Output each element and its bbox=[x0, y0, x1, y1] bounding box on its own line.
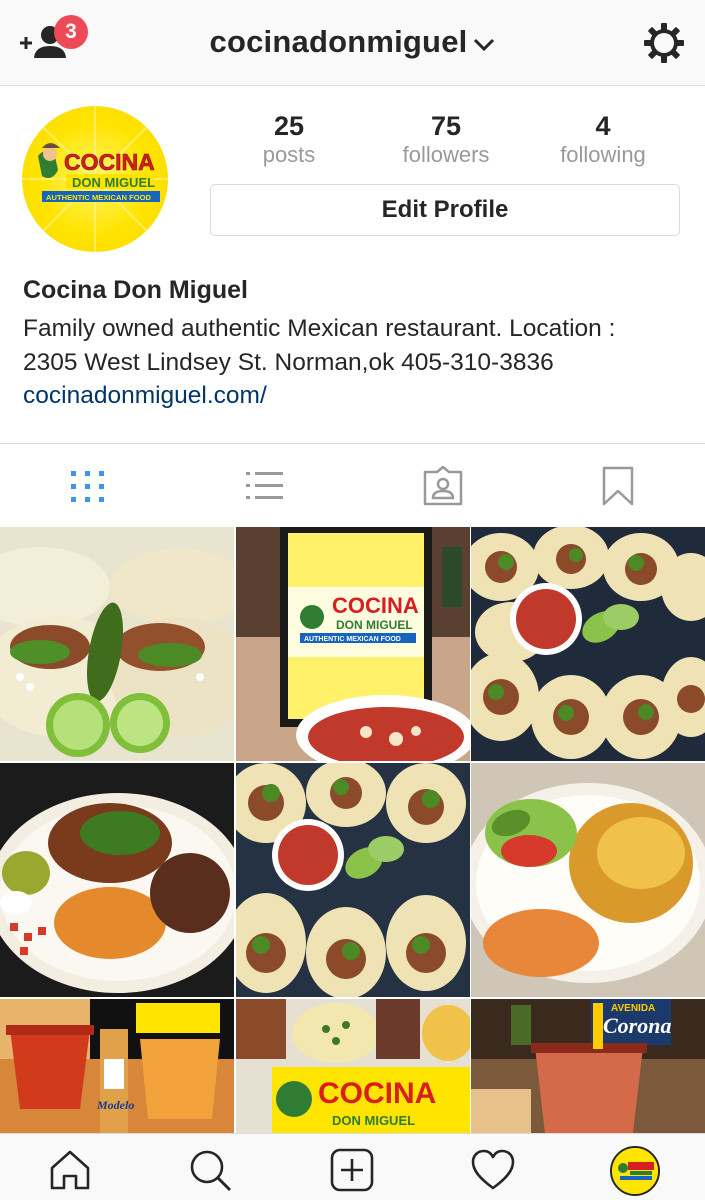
bottom-navigation bbox=[0, 1133, 705, 1200]
photo-grid: COCINA DON MIGUEL AUTHENTIC MEXICAN FOOD bbox=[0, 527, 705, 1133]
username: cocinadonmiguel bbox=[209, 24, 468, 59]
nav-profile[interactable] bbox=[610, 1146, 660, 1196]
posts-label: posts bbox=[262, 142, 316, 167]
edit-profile-button[interactable]: Edit Profile bbox=[210, 184, 680, 236]
bio-line: Family owned authentic Mexican restauran… bbox=[23, 315, 616, 342]
sign-tag-text: AUTHENTIC MEXICAN FOOD bbox=[304, 636, 401, 643]
tagged-person-icon bbox=[423, 465, 463, 506]
micheladas-photo: Modelo bbox=[0, 999, 234, 1133]
enchilada-plate-photo bbox=[471, 763, 705, 997]
add-post-icon bbox=[330, 1148, 374, 1192]
grid-post[interactable]: COCINA DON MIGUEL AUTHENTIC MEXICAN FOOD bbox=[236, 527, 470, 761]
grid-post[interactable] bbox=[471, 527, 705, 761]
bio: Family owned authentic Mexican restauran… bbox=[23, 312, 693, 380]
home-icon bbox=[50, 1150, 90, 1190]
profile-screen: 3 cocinadonmiguel COCINA DON MIGUEL AUTH… bbox=[0, 0, 705, 1200]
tacos-salsa-photo bbox=[236, 763, 470, 997]
grid-post[interactable] bbox=[471, 763, 705, 997]
collage-sub-text: DON MIGUEL bbox=[332, 1113, 415, 1128]
nav-new-post[interactable] bbox=[330, 1148, 374, 1192]
cocina-logo: COCINA DON MIGUEL AUTHENTIC MEXICAN FOOD bbox=[22, 106, 168, 252]
website-link[interactable]: cocinadonmiguel.com/ bbox=[23, 382, 267, 410]
grid-post[interactable]: Modelo bbox=[0, 999, 234, 1133]
profile-avatar-icon bbox=[612, 1148, 658, 1194]
michelada-cup-photo: AVENIDA Corona bbox=[471, 999, 705, 1133]
bookmark-icon bbox=[602, 466, 634, 506]
tab-grid[interactable] bbox=[68, 466, 108, 506]
corona-text: Corona bbox=[603, 1013, 671, 1038]
logo-word-cocina: COCINA bbox=[64, 149, 155, 175]
following-label: following bbox=[560, 142, 646, 167]
tab-saved[interactable] bbox=[600, 466, 640, 506]
grid-post[interactable]: AVENIDA Corona bbox=[471, 999, 705, 1133]
profile-tabs bbox=[0, 443, 705, 527]
account-switcher[interactable]: cocinadonmiguel bbox=[0, 24, 705, 60]
grid-post[interactable] bbox=[0, 527, 234, 761]
top-bar: 3 cocinadonmiguel bbox=[0, 0, 705, 86]
profile-picture[interactable]: COCINA DON MIGUEL AUTHENTIC MEXICAN FOOD bbox=[22, 106, 168, 252]
grid-post[interactable]: COCINA DON MIGUEL bbox=[236, 999, 470, 1133]
sign-menudo-photo: COCINA DON MIGUEL AUTHENTIC MEXICAN FOOD bbox=[236, 527, 470, 761]
followers-stat[interactable]: 75 followers bbox=[361, 110, 531, 168]
heart-icon bbox=[471, 1149, 515, 1190]
menu-collage-photo: COCINA DON MIGUEL bbox=[236, 999, 470, 1133]
list-icon bbox=[246, 472, 283, 499]
beer-label-text: Modelo bbox=[96, 1098, 134, 1112]
nav-search[interactable] bbox=[188, 1148, 232, 1192]
tab-tagged[interactable] bbox=[422, 465, 463, 506]
followers-label: followers bbox=[402, 142, 490, 167]
grid-post[interactable] bbox=[0, 763, 234, 997]
gear-icon bbox=[644, 23, 684, 63]
collage-cocina-text: COCINA bbox=[318, 1077, 436, 1110]
chevron-down-icon bbox=[474, 38, 495, 51]
logo-word-don-miguel: DON MIGUEL bbox=[72, 175, 155, 190]
tacos-lime-photo bbox=[0, 527, 234, 761]
logo-tagline: AUTHENTIC MEXICAN FOOD bbox=[46, 193, 152, 202]
sign-cocina-text: COCINA bbox=[332, 593, 419, 618]
followers-count: 75 bbox=[430, 111, 462, 141]
carnitas-plate-photo bbox=[0, 763, 234, 997]
bio-line: 2305 West Lindsey St. Norman,ok 405-310-… bbox=[23, 349, 554, 376]
following-count: 4 bbox=[595, 111, 611, 141]
taco-platter-photo bbox=[471, 527, 705, 761]
nav-home[interactable] bbox=[48, 1148, 92, 1192]
following-stat[interactable]: 4 following bbox=[518, 110, 688, 168]
sign-sub-text: DON MIGUEL bbox=[336, 618, 413, 632]
grid-post[interactable] bbox=[236, 763, 470, 997]
posts-count: 25 bbox=[273, 111, 305, 141]
nav-activity[interactable] bbox=[471, 1148, 515, 1192]
grid-icon bbox=[71, 471, 104, 502]
search-icon bbox=[190, 1150, 232, 1192]
display-name: Cocina Don Miguel bbox=[23, 276, 248, 304]
tab-list[interactable] bbox=[244, 466, 284, 506]
posts-stat[interactable]: 25 posts bbox=[204, 110, 374, 168]
settings-button[interactable] bbox=[642, 21, 686, 65]
